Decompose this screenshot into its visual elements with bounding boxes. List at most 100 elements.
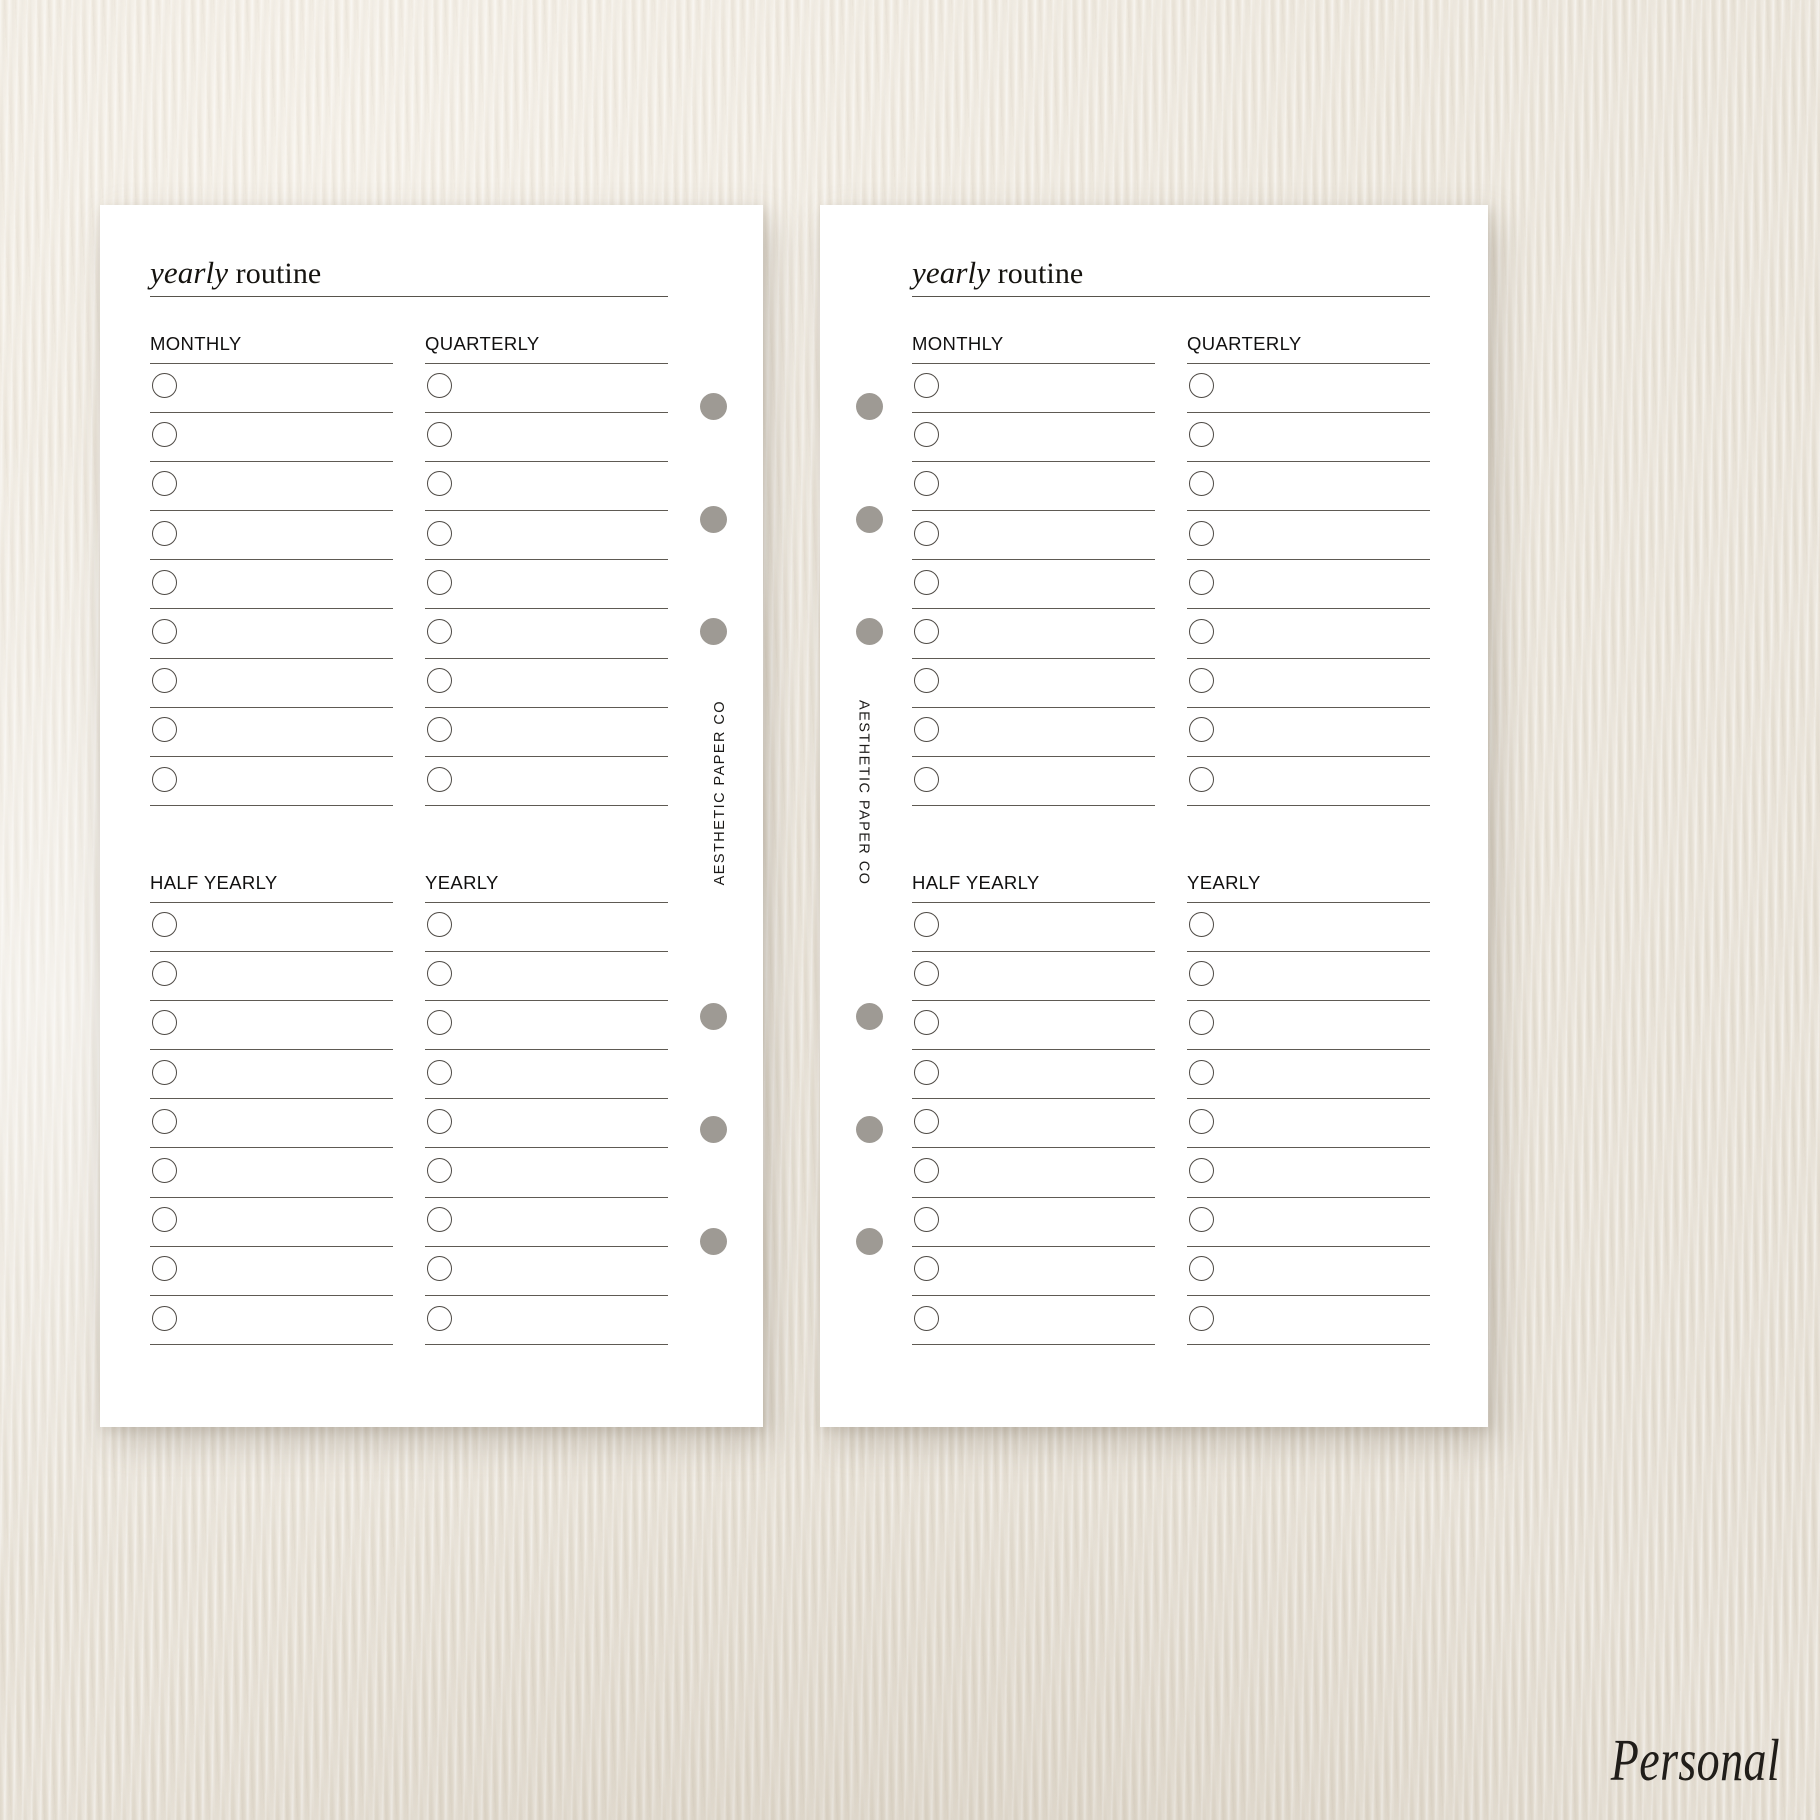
checklist-row[interactable] [150,659,393,708]
checkbox-circle-icon[interactable] [1189,1256,1214,1282]
checkbox-circle-icon[interactable] [1189,373,1214,398]
checkbox-circle-icon[interactable] [914,912,939,937]
checklist-row[interactable] [912,1001,1155,1051]
checkbox-circle-icon[interactable] [914,668,939,694]
checkbox-circle-icon[interactable] [152,1010,177,1036]
checklist-row[interactable] [425,1247,668,1296]
checkbox-circle-icon[interactable] [1189,1108,1214,1134]
checkbox-circle-icon[interactable] [427,1256,452,1282]
checklist-row[interactable] [1187,659,1430,708]
checklist-row[interactable] [912,952,1155,1001]
planner-page-right[interactable]: AESTHETIC PAPER CO yearly routine MONTHL… [820,205,1488,1427]
checklist-row[interactable] [425,757,668,807]
checklist-row[interactable] [912,1099,1155,1149]
checkbox-circle-icon[interactable] [914,520,939,546]
checklist-row[interactable] [912,511,1155,561]
checklist-row[interactable] [1187,1099,1430,1149]
checkbox-circle-icon[interactable] [914,373,939,398]
checkbox-circle-icon[interactable] [427,1059,452,1085]
checklist-row[interactable] [150,1050,393,1100]
checklist-row[interactable] [150,364,393,413]
checkbox-circle-icon[interactable] [152,520,177,546]
checkbox-circle-icon[interactable] [427,618,452,644]
checklist-row[interactable] [912,757,1155,807]
checklist-row[interactable] [425,1198,668,1247]
checklist-row[interactable] [150,511,393,561]
checkbox-circle-icon[interactable] [427,520,452,546]
checklist-row[interactable] [425,511,668,561]
checklist-row[interactable] [150,609,393,659]
checkbox-circle-icon[interactable] [152,1207,177,1233]
checkbox-circle-icon[interactable] [1189,912,1214,937]
checklist-row[interactable] [150,1099,393,1149]
checkbox-circle-icon[interactable] [152,1305,177,1331]
checklist-row[interactable] [425,1148,668,1198]
checkbox-circle-icon[interactable] [914,471,939,497]
checkbox-circle-icon[interactable] [427,422,452,448]
checklist-row[interactable] [425,903,668,952]
checkbox-circle-icon[interactable] [914,1010,939,1036]
checklist-row[interactable] [1187,1198,1430,1247]
checklist-row[interactable] [912,413,1155,462]
checklist-row[interactable] [425,560,668,610]
checkbox-circle-icon[interactable] [427,569,452,595]
checkbox-circle-icon[interactable] [427,766,452,792]
checkbox-circle-icon[interactable] [427,471,452,497]
checklist-row[interactable] [912,1148,1155,1198]
checklist-row[interactable] [425,1001,668,1051]
checkbox-circle-icon[interactable] [1189,422,1214,448]
checkbox-circle-icon[interactable] [152,569,177,595]
checklist-row[interactable] [912,659,1155,708]
checkbox-circle-icon[interactable] [427,1108,452,1134]
checklist-row[interactable] [150,560,393,610]
checkbox-circle-icon[interactable] [914,766,939,792]
checkbox-circle-icon[interactable] [914,717,939,743]
checklist-row[interactable] [425,609,668,659]
checklist-row[interactable] [425,413,668,462]
checklist-row[interactable] [912,1198,1155,1247]
checklist-row[interactable] [912,462,1155,512]
checkbox-circle-icon[interactable] [152,373,177,398]
checklist-row[interactable] [150,1296,393,1346]
checklist-row[interactable] [425,1050,668,1100]
checklist-row[interactable] [150,757,393,807]
checkbox-circle-icon[interactable] [914,1256,939,1282]
checkbox-circle-icon[interactable] [152,717,177,743]
checkbox-circle-icon[interactable] [914,1059,939,1085]
checklist-row[interactable] [1187,511,1430,561]
checklist-row[interactable] [1187,903,1430,952]
checkbox-circle-icon[interactable] [914,1157,939,1183]
checklist-row[interactable] [425,1099,668,1149]
checklist-row[interactable] [425,708,668,757]
checkbox-circle-icon[interactable] [427,668,452,694]
checklist-row[interactable] [1187,952,1430,1001]
checklist-row[interactable] [912,1247,1155,1296]
checklist-row[interactable] [912,1296,1155,1346]
checkbox-circle-icon[interactable] [1189,618,1214,644]
checklist-row[interactable] [150,1001,393,1051]
checklist-row[interactable] [150,903,393,952]
checkbox-circle-icon[interactable] [427,961,452,987]
checkbox-circle-icon[interactable] [152,912,177,937]
planner-page-left[interactable]: AESTHETIC PAPER CO yearly routine MONTHL… [100,205,763,1427]
checkbox-circle-icon[interactable] [152,618,177,644]
checkbox-circle-icon[interactable] [427,912,452,937]
checklist-row[interactable] [1187,708,1430,757]
checklist-row[interactable] [1187,560,1430,610]
checklist-row[interactable] [1187,1148,1430,1198]
checkbox-circle-icon[interactable] [1189,569,1214,595]
checkbox-circle-icon[interactable] [1189,766,1214,792]
checkbox-circle-icon[interactable] [1189,1059,1214,1085]
checklist-row[interactable] [1187,1050,1430,1100]
checklist-row[interactable] [912,609,1155,659]
checkbox-circle-icon[interactable] [1189,1207,1214,1233]
checkbox-circle-icon[interactable] [427,1010,452,1036]
checkbox-circle-icon[interactable] [152,1059,177,1085]
checkbox-circle-icon[interactable] [427,1207,452,1233]
checkbox-circle-icon[interactable] [152,668,177,694]
checkbox-circle-icon[interactable] [1189,471,1214,497]
checklist-row[interactable] [1187,364,1430,413]
checklist-row[interactable] [150,413,393,462]
checkbox-circle-icon[interactable] [1189,1010,1214,1036]
checkbox-circle-icon[interactable] [427,717,452,743]
